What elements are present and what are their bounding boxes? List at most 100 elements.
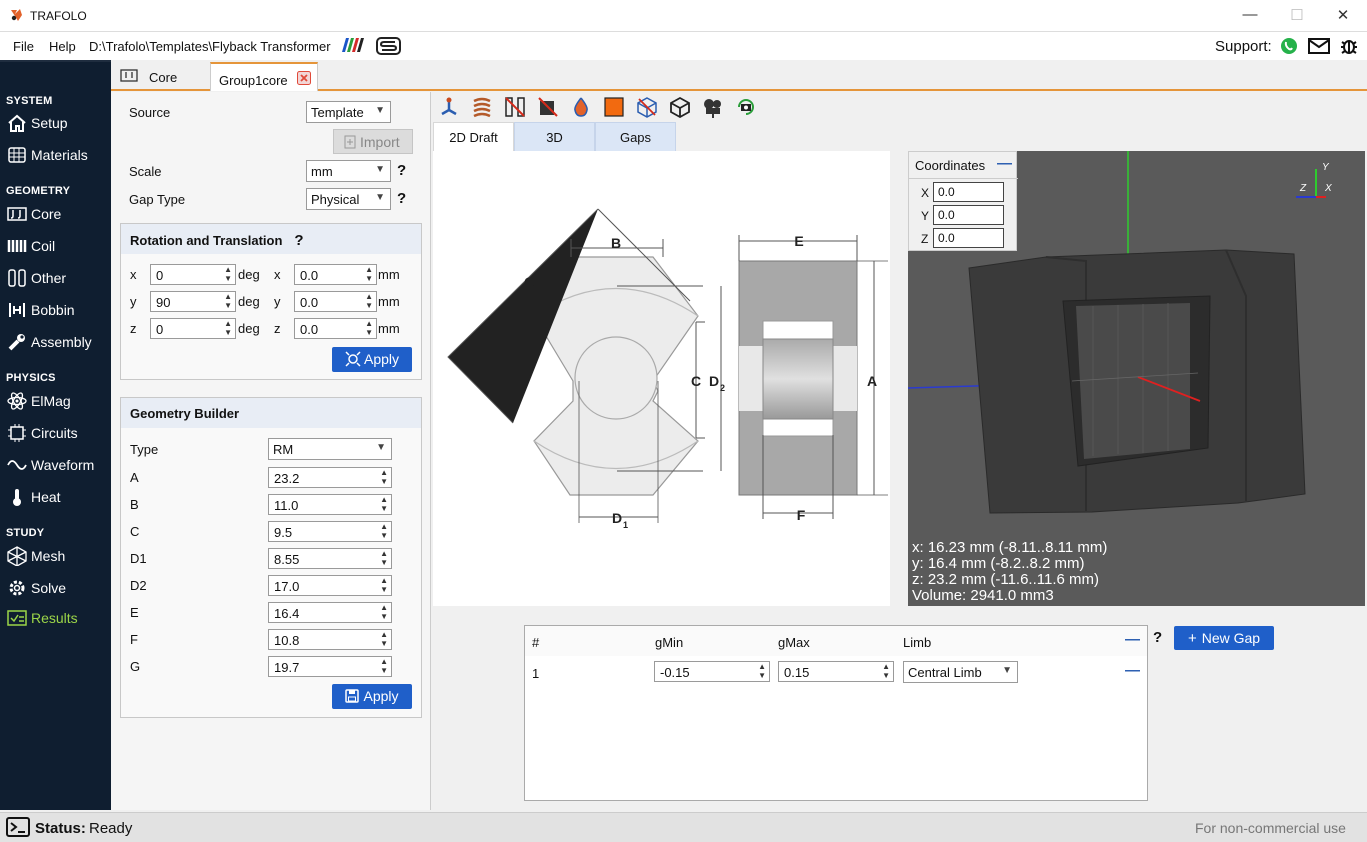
gmax-input[interactable]: 0.15 ▲ ▼ xyxy=(778,661,894,682)
solid-view-icon[interactable] xyxy=(603,96,625,118)
dim-e-input[interactable]: 16.4 ▲ ▼ xyxy=(268,602,392,623)
spin-arrows-icon[interactable]: ▲ ▼ xyxy=(380,576,388,594)
sidebar-item-elmag[interactable]: ElMag xyxy=(0,387,111,415)
collapse-icon[interactable]: — xyxy=(997,155,1012,172)
dim-a-input[interactable]: 23.2 ▲ ▼ xyxy=(268,467,392,488)
menu-help[interactable]: Help xyxy=(49,39,76,54)
geometry-apply-button[interactable]: Apply xyxy=(332,684,412,709)
gmin-input[interactable]: -0.15 ▲ ▼ xyxy=(654,661,770,682)
geometry-builder-group: Geometry Builder Type RM ▼ A 23.2 ▲ ▼ B 11.0 ▲ ▼… xyxy=(120,397,422,718)
coord-x-input[interactable]: 0.0 xyxy=(933,182,1004,202)
source-select[interactable]: Template ▼ xyxy=(306,101,391,123)
dim-b-input[interactable]: 11.0 ▲ ▼ xyxy=(268,494,392,515)
sidebar-item-setup[interactable]: Setup xyxy=(0,109,111,137)
spin-arrows-icon[interactable]: ▲ ▼ xyxy=(882,662,890,680)
coord-y-input[interactable]: 0.0 xyxy=(933,205,1004,225)
sidebar-item-label: Coil xyxy=(31,238,56,254)
core-type-select[interactable]: RM ▼ xyxy=(268,438,392,460)
spin-arrows-icon[interactable]: ▲ ▼ xyxy=(365,265,373,283)
tab-group1core[interactable]: Group1core xyxy=(210,62,318,91)
tab-label: 3D xyxy=(546,130,563,145)
sidebar-item-waveform[interactable]: Waveform xyxy=(0,451,111,479)
gap-type-select[interactable]: Physical ▼ xyxy=(306,188,391,210)
scale-help-icon[interactable]: ? xyxy=(397,162,406,179)
rotation-help-icon[interactable]: ? xyxy=(294,232,303,249)
sidebar-item-materials[interactable]: Materials xyxy=(0,141,111,169)
minimize-button[interactable]: — xyxy=(1240,6,1260,26)
sidebar-item-solve[interactable]: Solve xyxy=(0,574,111,602)
sidebar-item-heat[interactable]: Heat xyxy=(0,483,111,511)
wireframe-icon[interactable] xyxy=(636,96,658,118)
spin-arrows-icon[interactable]: ▲ ▼ xyxy=(365,292,373,310)
split-view-icon[interactable] xyxy=(504,96,526,118)
bug-icon[interactable] xyxy=(1339,36,1359,56)
gaps-help-icon[interactable]: ? xyxy=(1153,629,1162,646)
core-type-value: RM xyxy=(273,442,294,457)
sidebar-item-mesh[interactable]: Mesh xyxy=(0,542,111,570)
rotation-apply-button[interactable]: Apply xyxy=(332,347,412,372)
spin-arrows-icon[interactable]: ▲ ▼ xyxy=(380,495,388,513)
translation-x-input[interactable]: 0.0 ▲ ▼ xyxy=(294,264,377,285)
rotation-z-input[interactable]: 0 ▲ ▼ xyxy=(150,318,236,339)
terminal-icon[interactable] xyxy=(6,817,30,837)
spin-arrows-icon[interactable]: ▲ ▼ xyxy=(224,265,232,283)
dim-f-input[interactable]: 10.8 ▲ ▼ xyxy=(268,629,392,650)
coord-z-input[interactable]: 0.0 xyxy=(933,228,1004,248)
spin-arrows-icon[interactable]: ▲ ▼ xyxy=(380,522,388,540)
spin-arrows-icon[interactable]: ▲ ▼ xyxy=(224,319,232,337)
tab-3d[interactable]: 3D xyxy=(514,122,595,151)
mail-icon[interactable] xyxy=(1308,37,1330,55)
translation-z-input[interactable]: 0.0 ▲ ▼ xyxy=(294,318,377,339)
axis-z-label: Z xyxy=(1299,183,1307,194)
maximize-button[interactable]: ☐ xyxy=(1287,6,1307,26)
section-view-icon[interactable] xyxy=(537,96,559,118)
cube-icon[interactable] xyxy=(669,96,691,118)
tab-gaps[interactable]: Gaps xyxy=(595,122,676,151)
dim-d2-input[interactable]: 17.0 ▲ ▼ xyxy=(268,575,392,596)
axes-icon[interactable] xyxy=(438,96,460,118)
close-tab-icon[interactable] xyxy=(297,71,311,85)
dim-c-input[interactable]: 9.5 ▲ ▼ xyxy=(268,521,392,542)
gap-type-help-icon[interactable]: ? xyxy=(397,190,406,207)
whatsapp-icon[interactable] xyxy=(1280,37,1298,55)
camera-view-icon[interactable] xyxy=(702,96,724,118)
remove-all-gaps-button[interactable]: — xyxy=(1125,631,1140,648)
material-drop-icon[interactable] xyxy=(570,96,592,118)
spin-arrows-icon[interactable]: ▲ ▼ xyxy=(758,662,766,680)
spin-arrows-icon[interactable]: ▲ ▼ xyxy=(224,292,232,310)
s-logo-icon[interactable] xyxy=(376,36,402,56)
dim-g-input[interactable]: 19.7 ▲ ▼ xyxy=(268,656,392,677)
spin-arrows-icon[interactable]: ▲ ▼ xyxy=(380,630,388,648)
coil-view-icon[interactable] xyxy=(471,96,493,118)
spin-arrows-icon[interactable]: ▲ ▼ xyxy=(380,657,388,675)
sidebar-item-other[interactable]: Other xyxy=(0,264,111,292)
tab-2d-draft[interactable]: 2D Draft xyxy=(433,122,514,151)
rotate-camera-icon[interactable] xyxy=(735,96,757,118)
spin-arrows-icon[interactable]: ▲ ▼ xyxy=(365,319,373,337)
sidebar-item-results[interactable]: Results xyxy=(0,604,111,632)
deg-unit: deg xyxy=(238,267,260,282)
limb-select[interactable]: Central Limb ▼ xyxy=(903,661,1018,683)
spin-arrows-icon[interactable]: ▲ ▼ xyxy=(380,468,388,486)
scale-select[interactable]: mm ▼ xyxy=(306,160,391,182)
sidebar-item-core[interactable]: Core xyxy=(0,200,111,228)
sidebar-item-coil[interactable]: Coil xyxy=(0,232,111,260)
translation-y-input[interactable]: 0.0 ▲ ▼ xyxy=(294,291,377,312)
rotation-x-input[interactable]: 0 ▲ ▼ xyxy=(150,264,236,285)
spin-arrows-icon[interactable]: ▲ ▼ xyxy=(380,549,388,567)
spin-arrows-icon[interactable]: ▲ ▼ xyxy=(380,603,388,621)
viewport-3d[interactable]: Y Z X Coordinates — X 0.0 Y 0.0 Z 0.0 x:… xyxy=(908,151,1365,606)
tab-core[interactable]: Core xyxy=(111,62,210,91)
remove-gap-button[interactable]: — xyxy=(1125,662,1140,679)
sidebar-item-assembly[interactable]: Assembly xyxy=(0,328,111,356)
rotation-y-input[interactable]: 90 ▲ ▼ xyxy=(150,291,236,312)
rainbow-logo-icon[interactable] xyxy=(340,37,364,53)
dim-d1-input[interactable]: 8.55 ▲ ▼ xyxy=(268,548,392,569)
menu-file[interactable]: File xyxy=(13,39,34,54)
sidebar-item-bobbin[interactable]: Bobbin xyxy=(0,296,111,324)
close-window-button[interactable]: ✕ xyxy=(1333,6,1353,26)
import-button[interactable]: Import xyxy=(333,129,413,154)
new-gap-button[interactable]: + New Gap xyxy=(1174,626,1274,650)
sidebar-item-circuits[interactable]: Circuits xyxy=(0,419,111,447)
trans-z-label: z xyxy=(274,321,281,336)
